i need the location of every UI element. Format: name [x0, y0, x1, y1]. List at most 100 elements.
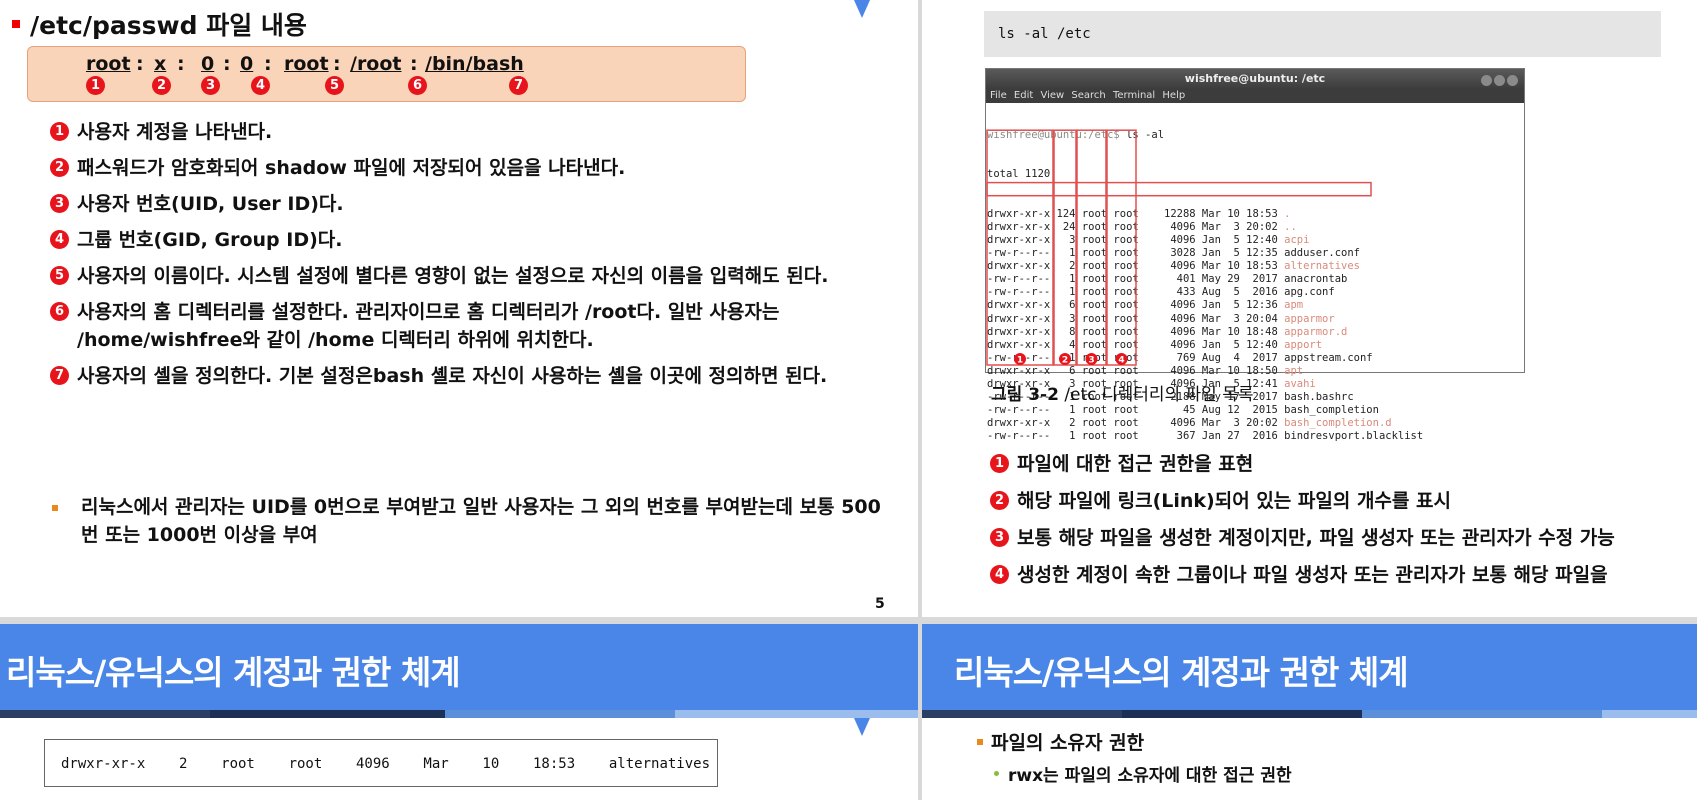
row-filename: avahi — [1284, 377, 1316, 390]
row-filename: acpi — [1284, 233, 1310, 246]
menu-view: View — [1040, 90, 1065, 101]
bullet-square — [977, 738, 983, 745]
list-item: 2 해당 파일에 링크(Link)되어 있는 파일의 개수를 표시 — [990, 487, 1697, 515]
terminal-total-line: total 1120 — [987, 168, 1051, 181]
menu-terminal: Terminal — [1112, 90, 1156, 101]
terminal-row: drwxr-xr-x 6 root root 4096 Mar 10 18:50… — [987, 365, 1524, 378]
field-description-list: 1 사용자 계정을 나타낸다. 2 패스워드가 암호화되어 shadow 파일에 저… — [50, 118, 890, 398]
terminal-row: -rw-r--r-- 1 root root 45 Aug 12 2015 ba… — [987, 404, 1524, 417]
row-fields: drwxr-xr-x 4 root root 4096 Jan 5 12:40 — [987, 338, 1285, 351]
slide-heading: /etc/passwd 파일 내용 — [12, 6, 307, 42]
row-filename: appstream.conf — [1284, 351, 1373, 364]
ls-output-box: drwxr-xr-x 2 root root 4096 Mar 10 18:53… — [44, 739, 718, 787]
row-filename: bash.bashrc — [1284, 391, 1354, 404]
row-fields: -rw-r--r-- 1 root root 3028 Jan 5 12:35 — [987, 247, 1285, 260]
number-badge: 5 — [50, 266, 69, 285]
terminal-row: drwxr-xr-x 2 root root 4096 Mar 3 20:02 … — [987, 417, 1524, 430]
terminal-row: -rw-r--r-- 1 root root 433 Aug 5 2016 ap… — [987, 286, 1524, 299]
close-icon — [1507, 75, 1518, 86]
bullet-text: 파일의 소유자 권한 — [991, 732, 1145, 754]
item-text: 사용자 번호(UID, User ID)다. — [77, 193, 344, 215]
terminal-menubar: File Edit View Search Terminal Help — [986, 89, 1524, 103]
bullet-square — [52, 505, 58, 511]
row-fields: drwxr-xr-x 124 root root 12288 Mar 10 18… — [987, 207, 1285, 220]
passwd-separator: : — [264, 53, 272, 75]
slide-passwd: /etc/passwd 파일 내용 root : x : 0 : 0 : roo… — [0, 0, 918, 617]
row-fields: drwxr-xr-x 6 root root 4096 Jan 5 12:36 — [987, 299, 1285, 312]
passwd-separator: : — [333, 53, 341, 75]
uid-note: 리눅스에서 관리자는 UID를 0번으로 부여받고 일반 사용자는 그 외의 번… — [52, 493, 892, 549]
banner-stripe — [922, 710, 1697, 718]
slide-title: 리눅스/유닉스의 계정과 권한 체계 — [6, 653, 461, 692]
passwd-separator: : — [136, 53, 144, 75]
item-text: 사용자의 셸을 정의한다. 기본 설정은bash 셸로 자신이 사용하는 셸을 … — [77, 365, 828, 387]
caption-text: /etc 디렉터리의 파일 목록 — [1058, 385, 1254, 405]
list-item: 1 사용자 계정을 나타낸다. — [50, 118, 890, 146]
item-text: 보통 해당 파일을 생성한 계정이지만, 파일 생성자 또는 관리자가 수정 가… — [1017, 527, 1615, 549]
menu-search: Search — [1071, 90, 1106, 101]
passwd-line-box: root : x : 0 : 0 : root : /root : /bin/b… — [27, 46, 746, 102]
row-filename: bindresvport.blacklist — [1284, 430, 1424, 443]
window-controls — [1479, 73, 1518, 93]
terminal-output: wishfree@ubuntu:/etc$ ls -al total 1120 … — [986, 103, 1524, 470]
list-item: 7 사용자의 셸을 정의한다. 기본 설정은bash 셸로 자신이 사용하는 셸을… — [50, 362, 890, 390]
terminal-row: drwxr-xr-x 4 root root 4096 Jan 5 12:40 … — [987, 339, 1524, 352]
field-number-badge: 4 — [251, 76, 270, 95]
number-badge: 3 — [50, 194, 69, 213]
passwd-field-home: /root — [350, 53, 402, 75]
passwd-field-shell: /bin/bash — [425, 53, 524, 75]
terminal-row: drwxr-xr-x 3 root root 4096 Jan 5 12:40 … — [987, 234, 1524, 247]
terminal-titlebar: wishfree@ubuntu: /etc — [986, 69, 1524, 89]
minimize-icon — [1481, 75, 1492, 86]
row-fields: drwxr-xr-x 2 root root 4096 Mar 10 18:53 — [987, 260, 1285, 273]
page-number: 5 — [875, 596, 885, 612]
row-fields: -rw-r--r-- 1 root root 45 Aug 12 2015 — [987, 404, 1285, 417]
command-box: ls -al /etc — [984, 11, 1661, 57]
number-badge: 1 — [990, 454, 1009, 473]
bullet-square — [12, 20, 20, 28]
slide-ls-etc: ls -al /etc wishfree@ubuntu: /etc File E… — [922, 0, 1697, 617]
passwd-separator: : — [410, 53, 418, 75]
passwd-field-gid: 0 — [240, 53, 254, 75]
list-item: 2 패스워드가 암호화되어 shadow 파일에 저장되어 있음을 나타낸다. — [50, 154, 890, 182]
terminal-prompt-line: wishfree@ubuntu:/etc$ ls -al — [987, 129, 1524, 142]
row-filename: adduser.conf — [1284, 247, 1360, 260]
terminal-row: -rw-r--r-- 1 root root 3028 Jan 5 12:35 … — [987, 247, 1524, 260]
terminal-row: drwxr-xr-x 6 root root 4096 Jan 5 12:36 … — [987, 299, 1524, 312]
row-filename: apparmor.d — [1284, 325, 1348, 338]
terminal-listing: drwxr-xr-x 124 root root 12288 Mar 10 18… — [987, 208, 1524, 444]
terminal-row: -rw-r--r-- 1 root root 367 Jan 27 2016 b… — [987, 430, 1524, 443]
item-text: 파일에 대한 접근 권한을 표현 — [1017, 453, 1254, 475]
number-badge: 4 — [50, 230, 69, 249]
heading-text: /etc/passwd 파일 내용 — [30, 11, 307, 40]
terminal-row: -rw-r--r-- 1 root root 401 May 29 2017 a… — [987, 273, 1524, 286]
column-description-list: 1 파일에 대한 접근 권한을 표현 2 해당 파일에 링크(Link)되어 있는 … — [990, 450, 1697, 598]
number-badge: 1 — [50, 122, 69, 141]
list-item: 6 사용자의 홈 디렉터리를 설정한다. 관리자이므로 홈 디렉터리가 /root… — [50, 298, 890, 354]
terminal-title: wishfree@ubuntu: /etc — [1184, 72, 1326, 85]
list-item: 4 생성한 계정이 속한 그룹이나 파일 생성자 또는 관리자가 보통 해당 파일… — [990, 561, 1697, 589]
number-badge: 6 — [50, 302, 69, 321]
row-fields: -rw-r--r-- 1 root root 433 Aug 5 2016 — [987, 286, 1285, 299]
terminal-command: ls -al — [1119, 129, 1165, 142]
terminal-screenshot: wishfree@ubuntu: /etc File Edit View Sea… — [985, 68, 1525, 442]
passwd-separator: : — [223, 53, 231, 75]
passwd-field-password: x — [154, 53, 167, 75]
row-fields: -rw-r--r-- 1 root root 769 Aug 4 2017 — [987, 351, 1285, 364]
menu-help: Help — [1162, 90, 1186, 101]
row-fields: drwxr-xr-x 24 root root 4096 Mar 3 20:02 — [987, 220, 1285, 233]
title-banner: 리눅스/유닉스의 계정과 권한 체계 — [922, 624, 1697, 710]
row-filename: apt — [1284, 364, 1304, 377]
row-filename: .. — [1284, 220, 1297, 233]
passwd-field-name: root — [284, 53, 329, 75]
menu-file: File — [990, 90, 1007, 101]
row-filename: apport — [1284, 338, 1323, 351]
row-fields: drwxr-xr-x 8 root root 4096 Mar 10 18:48 — [987, 325, 1285, 338]
note-text: 리눅스에서 관리자는 UID를 0번으로 부여받고 일반 사용자는 그 외의 번… — [81, 496, 881, 546]
row-filename: apm — [1284, 299, 1304, 312]
item-text: 그룹 번호(GID, Group ID)다. — [77, 229, 343, 251]
number-badge: 7 — [50, 366, 69, 385]
slide-owner-permission: 리눅스/유닉스의 계정과 권한 체계 파일의 소유자 권한 rwx는 파일의 소… — [922, 624, 1697, 800]
row-filename: . — [1284, 207, 1291, 220]
menu-edit: Edit — [1013, 90, 1034, 101]
